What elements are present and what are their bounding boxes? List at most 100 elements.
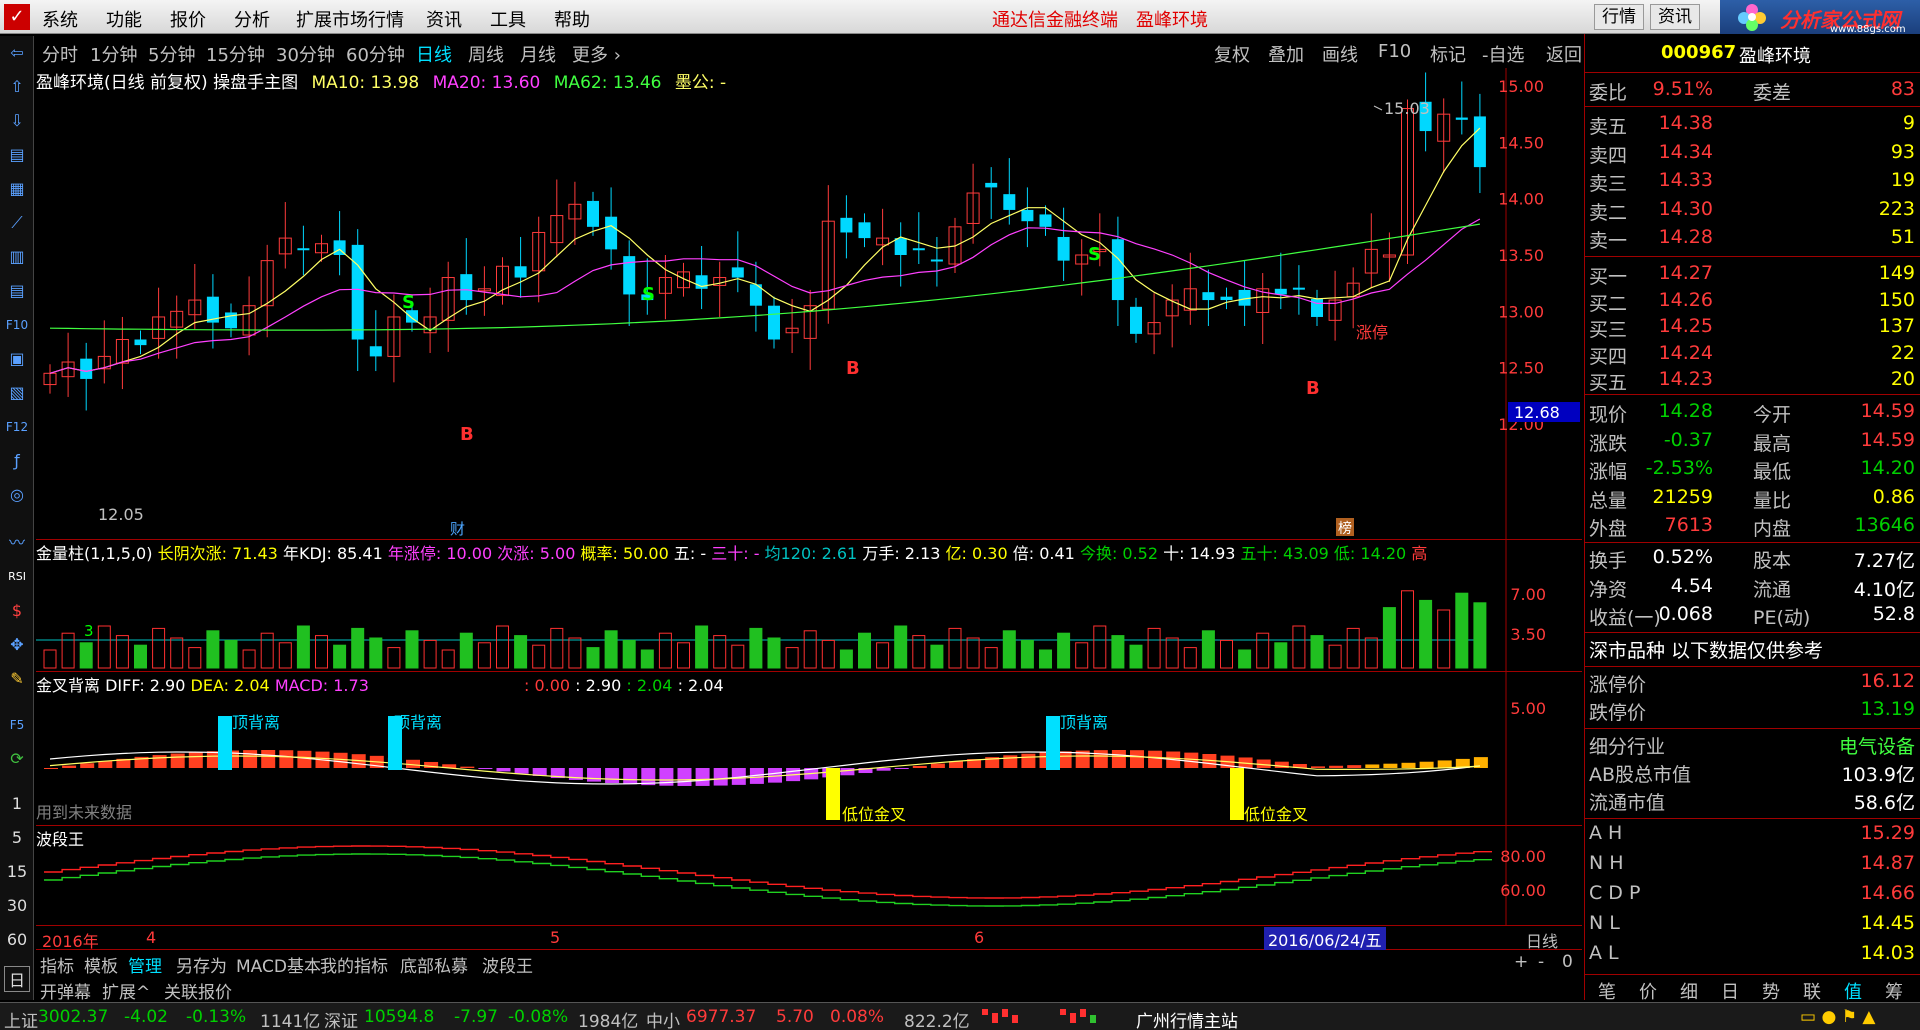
server-station[interactable]: 广州行情主站: [1136, 1007, 1238, 1030]
notes-icon[interactable]: ▧: [4, 380, 30, 406]
price-chart-pane[interactable]: 盈峰环境(日线 前复权) 操盘手主图 MA10: 13.98 MA20: 13.…: [36, 68, 1582, 540]
pivot-level-value: 14.03: [1860, 942, 1915, 964]
report-icon[interactable]: ▣: [4, 346, 30, 372]
zoom-out-button[interactable]: -: [1538, 952, 1544, 972]
tab-template[interactable]: 模板: [84, 952, 118, 977]
up-arrow-icon[interactable]: ⇧: [4, 74, 30, 100]
tab-macd-basic[interactable]: MACD基本: [236, 952, 321, 977]
mark-button[interactable]: 标记: [1430, 41, 1466, 67]
ask-row: 卖一 14.28 51: [1585, 226, 1920, 254]
extend-toggle[interactable]: 扩展^: [102, 978, 150, 1003]
period-tab-month[interactable]: 月线: [520, 41, 556, 67]
adjust-button[interactable]: 复权: [1214, 41, 1250, 67]
danmaku-toggle[interactable]: 开弹幕: [40, 978, 91, 1003]
period-tab-30min[interactable]: 30分钟: [276, 41, 335, 67]
ask-row-label: 卖三: [1589, 173, 1628, 195]
move-icon[interactable]: ✥: [4, 632, 30, 658]
quote-tab[interactable]: 笔: [1598, 978, 1616, 1004]
zoom-reset-button[interactable]: 0: [1562, 952, 1573, 972]
period-tab-60min[interactable]: 60分钟: [346, 41, 405, 67]
f12-icon[interactable]: F12: [4, 414, 30, 440]
overlay-button[interactable]: 叠加: [1268, 41, 1304, 67]
low-golden-cross-label: 低位金叉: [842, 805, 906, 824]
circle-icon[interactable]: ◎: [4, 482, 30, 508]
quote-tab[interactable]: 日: [1721, 978, 1739, 1004]
menu-quote[interactable]: 报价: [170, 6, 206, 32]
menu-function[interactable]: 功能: [106, 6, 142, 32]
band-king-pane[interactable]: 80.00 60.00 波段王: [36, 826, 1582, 926]
wave-icon[interactable]: 〰: [4, 530, 30, 556]
volume-bar: [749, 627, 763, 669]
rsi-icon[interactable]: RSI: [4, 564, 30, 590]
f5-icon[interactable]: F5: [4, 712, 30, 738]
f10-button[interactable]: F10: [1378, 41, 1411, 62]
remove-favorite-button[interactable]: -自选: [1482, 41, 1525, 67]
period-tab-5min[interactable]: 5分钟: [148, 41, 195, 67]
quote-tab[interactable]: 值: [1844, 978, 1862, 1004]
back-arrow-icon[interactable]: ⇦: [4, 40, 30, 66]
line-chart-icon[interactable]: ⟋: [4, 210, 30, 236]
zx-index[interactable]: 6977.37: [686, 1007, 756, 1027]
pivot-level-label: N H: [1589, 852, 1624, 874]
candle-body: [731, 267, 744, 278]
quote-tab[interactable]: 价: [1639, 978, 1657, 1004]
period-15-button[interactable]: 15: [0, 862, 34, 881]
future-data-note: 用到未来数据: [36, 803, 132, 822]
period-tab-timeshare[interactable]: 分时: [42, 41, 78, 67]
tab-manage[interactable]: 管理: [128, 952, 162, 977]
period-1-button[interactable]: 1: [0, 794, 34, 813]
sh-index[interactable]: 3002.37: [38, 1007, 108, 1027]
macd-divergence-pane[interactable]: 金叉背离 DIFF: 2.90 DEA: 2.04 MACD: 1.73 : 0…: [36, 672, 1582, 826]
industry-value[interactable]: 电气设备: [1839, 732, 1915, 759]
menu-news[interactable]: 资讯: [426, 6, 462, 32]
period-60-button[interactable]: 60: [0, 930, 34, 949]
candle-icon[interactable]: ▥: [4, 244, 30, 270]
period-5-button[interactable]: 5: [0, 828, 34, 847]
period-tab-15min[interactable]: 15分钟: [206, 41, 265, 67]
f10-icon[interactable]: F10: [4, 312, 30, 338]
period-tab-day[interactable]: 日线: [416, 41, 452, 67]
menu-analysis[interactable]: 分析: [234, 6, 270, 32]
quote-tab[interactable]: 势: [1762, 978, 1780, 1004]
quote-tab[interactable]: 细: [1680, 978, 1698, 1004]
zoom-in-button[interactable]: +: [1514, 952, 1528, 972]
ask-row-value: 14.38: [1658, 112, 1713, 134]
draw-line-button[interactable]: 画线: [1322, 41, 1358, 67]
date-month-4: 4: [146, 928, 157, 947]
refresh-icon[interactable]: ⟳: [4, 746, 30, 772]
period-tab-more[interactable]: 更多 ›: [572, 41, 621, 67]
tab-my-indicators[interactable]: 我的指标: [320, 952, 388, 977]
ind1-field: 概率: 50.00: [580, 544, 669, 563]
table-icon[interactable]: ▤: [4, 278, 30, 304]
tab-save-as[interactable]: 另存为: [176, 952, 227, 977]
grid-icon[interactable]: ▦: [4, 176, 30, 202]
quote-tab[interactable]: 筹: [1885, 978, 1903, 1004]
period-30-button[interactable]: 30: [0, 896, 34, 915]
volume-indicator-pane[interactable]: 7.00 3.50 3 金量柱(1,1,5,0) 长阴次涨: 71.43 年KD…: [36, 540, 1582, 672]
menu-help[interactable]: 帮助: [554, 6, 590, 32]
quote-tab[interactable]: 联: [1803, 978, 1821, 1004]
return-button[interactable]: 返回: [1546, 41, 1582, 67]
sz-index[interactable]: 10594.8: [364, 1007, 434, 1027]
down-arrow-icon[interactable]: ⇩: [4, 108, 30, 134]
formula-icon[interactable]: ƒ: [4, 448, 30, 474]
ma10-line: [49, 127, 1481, 374]
macd-bar: [514, 768, 529, 774]
ind1-label-3: 3: [84, 622, 94, 640]
period-day-button[interactable]: 日: [4, 966, 30, 992]
menu-extended-market[interactable]: 扩展市场行情: [296, 6, 404, 32]
tab-indicator[interactable]: 指标: [40, 952, 74, 977]
news-button[interactable]: 资讯: [1650, 4, 1700, 30]
pencil-icon[interactable]: ✎: [4, 666, 30, 692]
period-tab-1min[interactable]: 1分钟: [90, 41, 137, 67]
ind1-axis-7: 7.00: [1510, 585, 1546, 604]
money-icon[interactable]: $: [4, 598, 30, 624]
period-tab-week[interactable]: 周线: [468, 41, 504, 67]
menu-tools[interactable]: 工具: [490, 6, 526, 32]
tab-band-king[interactable]: 波段王: [482, 952, 533, 977]
quote-button[interactable]: 行情: [1594, 4, 1644, 30]
list-icon[interactable]: ▤: [4, 142, 30, 168]
tab-bottom-private[interactable]: 底部私募: [400, 952, 468, 977]
related-quotes-button[interactable]: 关联报价: [164, 978, 232, 1003]
menu-system[interactable]: 系统: [42, 6, 78, 32]
